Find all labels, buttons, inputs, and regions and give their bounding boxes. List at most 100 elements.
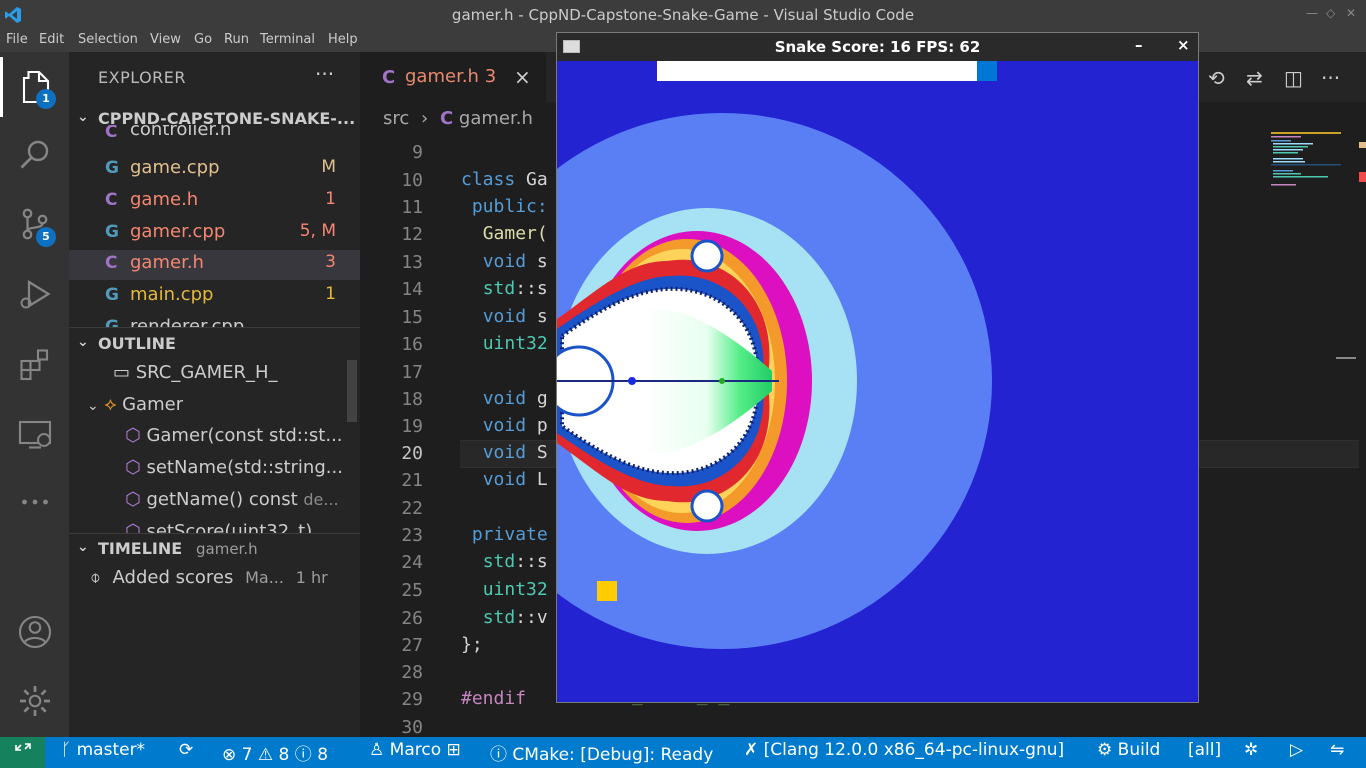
menu-selection[interactable]: Selection — [78, 32, 138, 47]
maximize-icon[interactable]: ◇ — [1326, 6, 1335, 20]
timeline-history-icon[interactable]: ⟲ — [1208, 66, 1225, 90]
build-target[interactable]: [all] — [1188, 740, 1221, 760]
compare-changes-icon[interactable]: ⇄ — [1246, 66, 1263, 90]
minimap-slider[interactable] — [1336, 357, 1356, 359]
outline-label: setName(std::string... — [146, 457, 343, 478]
problems-indicator[interactable]: ⊗ 7 ⚠ 8 ⓘ 8 — [222, 740, 328, 765]
editor-scrollbar[interactable] — [1359, 132, 1366, 737]
remote-indicator[interactable] — [0, 737, 45, 768]
file-status: 1 — [325, 284, 336, 304]
game-close-icon[interactable]: × — [1177, 36, 1190, 54]
snake-head — [977, 61, 997, 81]
code-line: void S — [482, 442, 548, 463]
c-header-icon: C — [105, 190, 118, 210]
explorer-more-icon[interactable]: ··· — [315, 62, 334, 86]
file-item[interactable]: G gamer.cpp 5, M — [69, 219, 360, 249]
warning-count: 8 — [278, 745, 290, 765]
menu-go[interactable]: Go — [194, 32, 212, 47]
outline-header[interactable]: ⌄ OUTLINE — [69, 332, 360, 360]
accounts-activity[interactable] — [0, 602, 69, 662]
chevron-down-icon: ⌄ — [77, 109, 89, 125]
tab-gamer-h[interactable]: C gamer.h 3 × — [360, 52, 546, 102]
timeline-entry[interactable]: ⌽ Added scores Ma... 1 hr — [90, 567, 328, 588]
info-icon: ⓘ — [294, 745, 312, 765]
cpp-file-icon: G — [105, 222, 119, 242]
outline-scrollbar[interactable] — [347, 360, 357, 422]
minimize-icon[interactable]: — — [1306, 6, 1318, 20]
menu-file[interactable]: File — [6, 32, 28, 47]
outline-label: getName() const — [146, 489, 298, 510]
menu-edit[interactable]: Edit — [39, 32, 64, 47]
outline-item[interactable]: ▭ SRC_GAMER_H_ — [113, 362, 278, 383]
explorer-activity[interactable] — [0, 57, 69, 117]
run-icon[interactable]: ▷ — [1290, 740, 1303, 760]
snake-game-window[interactable]: Snake Score: 16 FPS: 62 – × — [556, 32, 1199, 703]
extensions-activity[interactable] — [0, 334, 69, 394]
c-header-icon: C — [382, 67, 396, 88]
search-activity[interactable] — [0, 124, 69, 184]
code-line: void L — [482, 469, 548, 490]
timeline-header[interactable]: ⌄ TIMELINE gamer.h — [69, 537, 360, 565]
outline-item[interactable]: ⬡ getName() const de... — [125, 489, 357, 510]
commit-icon: ⌽ — [90, 567, 101, 588]
file-name: game.cpp — [130, 157, 220, 178]
outline-item[interactable]: ⬡ Gamer(const std::st... — [125, 425, 357, 446]
extensions-icon — [19, 349, 48, 381]
run-debug-activity[interactable] — [0, 264, 69, 324]
outline-item[interactable]: ⬡ setScore(uint32_t) — [125, 521, 357, 533]
symbol-constant-icon: ▭ — [113, 362, 131, 383]
code-line: public: — [471, 196, 548, 217]
breadcrumb-file[interactable]: gamer.h — [459, 108, 533, 129]
file-item[interactable]: G renderer.cpp — [69, 314, 360, 327]
file-item-selected[interactable]: C gamer.h 3 — [69, 250, 360, 280]
outline-item[interactable]: ⌄ ⟡ Gamer — [87, 394, 183, 415]
info-icon: ⓘ — [490, 745, 507, 765]
more-activity[interactable] — [0, 472, 69, 532]
outline-item[interactable]: ⬡ setName(std::string... — [125, 457, 357, 478]
file-status: 5, M — [299, 221, 336, 241]
timeline-age: 1 hr — [295, 568, 328, 587]
launch-target-icon[interactable]: ⇋ — [1330, 740, 1344, 760]
menu-terminal[interactable]: Terminal — [260, 32, 315, 47]
build-button[interactable]: ⚙ Build — [1097, 740, 1160, 760]
explorer-badge: 1 — [36, 89, 56, 109]
code-line: void p — [482, 415, 548, 436]
game-canvas[interactable] — [557, 61, 1198, 702]
file-item[interactable]: G main.cpp 1 — [69, 282, 360, 312]
outline-label: SRC_GAMER_H_ — [135, 362, 278, 383]
error-icon: ⊗ — [222, 745, 237, 765]
game-minimize-icon[interactable]: – — [1135, 36, 1143, 54]
menu-run[interactable]: Run — [224, 32, 249, 47]
breadcrumb-folder[interactable]: src — [383, 108, 409, 129]
live-share-indicator[interactable]: ♙ Marco ⊞ — [369, 740, 461, 760]
manage-activity[interactable] — [0, 671, 69, 731]
game-title-bar[interactable]: Snake Score: 16 FPS: 62 – × — [557, 33, 1198, 61]
tab-label: gamer.h 3 — [405, 66, 497, 87]
source-control-activity[interactable] — [0, 194, 69, 254]
sync-icon[interactable]: ⟳ — [179, 740, 193, 760]
title-bar: gamer.h - CppND-Capstone-Snake-Game - Vi… — [0, 0, 1366, 30]
debug-icon[interactable]: ✲ — [1244, 740, 1258, 760]
split-editor-icon[interactable]: ◫ — [1284, 66, 1303, 90]
cmake-status[interactable]: ⓘ CMake: [Debug]: Ready — [490, 740, 713, 765]
branch-indicator[interactable]: ᚴ master* — [61, 740, 145, 760]
branch-name: master* — [76, 740, 146, 760]
file-item[interactable]: C controller.h — [69, 125, 360, 147]
more-actions-icon[interactable]: ··· — [1321, 66, 1340, 90]
close-tab-icon[interactable]: × — [514, 65, 531, 89]
remote-explorer-activity[interactable] — [0, 404, 69, 464]
menu-view[interactable]: View — [150, 32, 181, 47]
code-line: uint32 — [482, 333, 548, 354]
cmake-kit[interactable]: ✗ [Clang 12.0.0 x86_64-pc-linux-gnu] — [744, 740, 1064, 760]
cmake-status-label: CMake: [Debug]: Ready — [512, 745, 714, 765]
minimap[interactable] — [1271, 132, 1351, 192]
game-title: Snake Score: 16 FPS: 62 — [774, 38, 981, 56]
timeline-author: Ma... — [245, 568, 284, 587]
window-title: gamer.h - CppND-Capstone-Snake-Game - Vi… — [451, 6, 915, 24]
outline-label: Gamer — [122, 394, 184, 415]
scm-badge: 5 — [36, 227, 56, 247]
file-item[interactable]: C game.h 1 — [69, 187, 360, 217]
close-window-icon[interactable]: ✕ — [1346, 6, 1356, 20]
menu-help[interactable]: Help — [328, 32, 358, 47]
file-item[interactable]: G game.cpp M — [69, 155, 360, 185]
